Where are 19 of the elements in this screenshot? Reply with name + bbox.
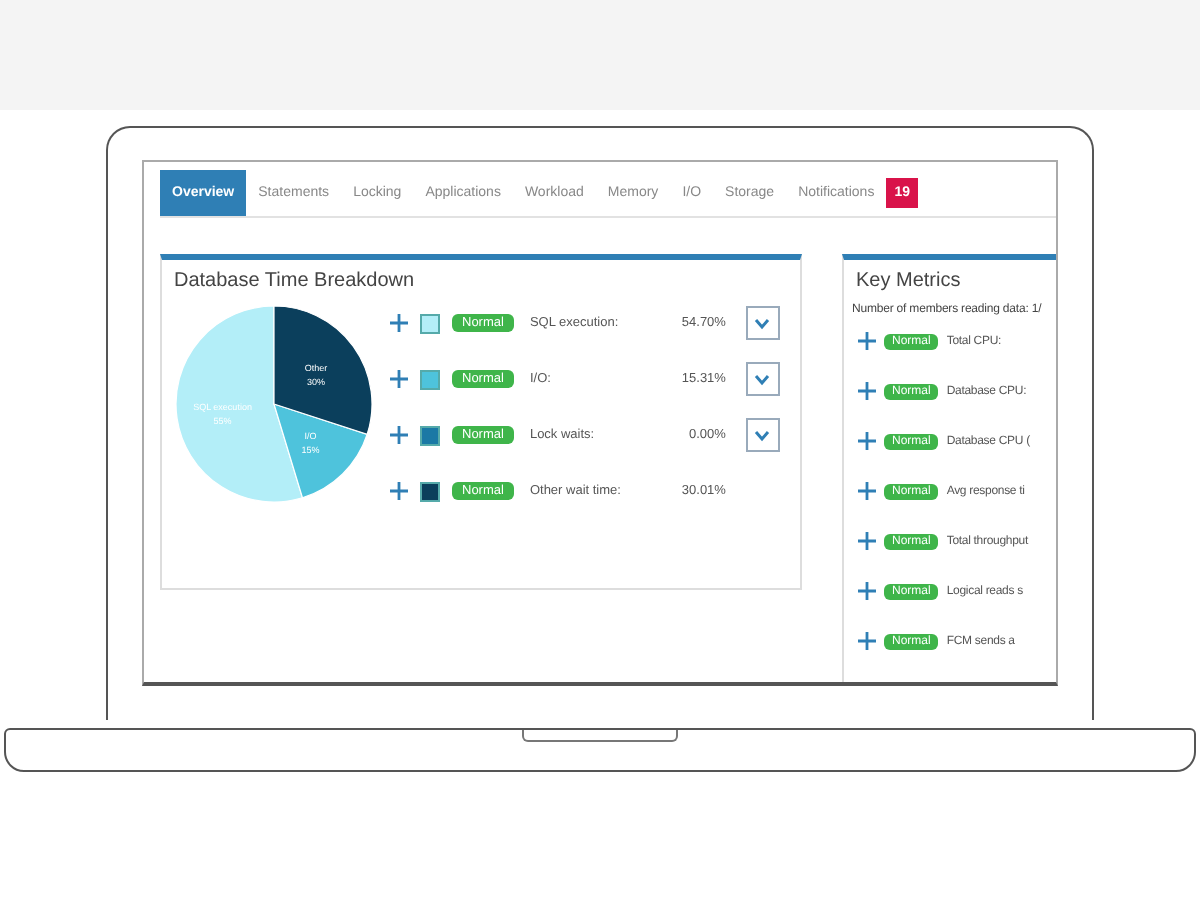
expand-button[interactable]: [745, 418, 780, 452]
expand-plus-icon[interactable]: [858, 632, 876, 650]
expand-button[interactable]: [745, 306, 780, 340]
expand-plus-icon[interactable]: [390, 370, 408, 388]
expand-plus-icon[interactable]: [858, 532, 876, 550]
expand-plus-icon[interactable]: [858, 482, 876, 500]
expand-plus-icon[interactable]: [858, 332, 876, 350]
panel-title: Key Metrics: [854, 268, 963, 292]
expand-plus-icon[interactable]: [390, 314, 408, 332]
chevron-down-icon: [754, 373, 771, 385]
expand-plus-icon[interactable]: [858, 582, 876, 600]
expand-plus-icon[interactable]: [390, 426, 408, 444]
panel-title: Database Time Breakdown: [172, 268, 417, 292]
chevron-down-icon: [754, 317, 771, 329]
expand-plus-icon[interactable]: [858, 432, 876, 450]
chevron-down-icon: [754, 429, 771, 441]
expand-button[interactable]: [745, 362, 780, 396]
expand-plus-icon[interactable]: [858, 382, 876, 400]
expand-plus-icon[interactable]: [390, 482, 408, 500]
